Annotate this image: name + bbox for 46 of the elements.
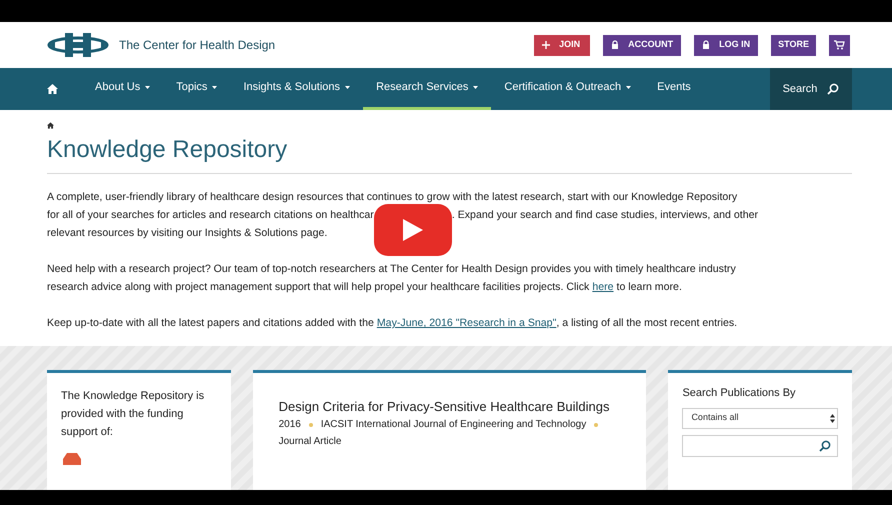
cart-icon (834, 40, 845, 50)
paragraph-text: Keep up-to-date with all the latest papers and citations added with the (47, 316, 374, 331)
paragraph-text: research advice along with project management support that will help propel your healthcare facilities projects. Click (47, 280, 590, 295)
nav-link[interactable]: Insights & Solutions (230, 68, 364, 110)
nav-link[interactable]: Events (644, 68, 704, 110)
text-link[interactable]: here (592, 278, 614, 296)
home-icon (47, 84, 58, 94)
nav-link[interactable]: Topics (163, 68, 230, 110)
select-field[interactable]: Contains all (682, 408, 838, 428)
search-icon (819, 440, 832, 452)
nav-link[interactable]: Certification & Outreach (491, 68, 644, 110)
plus-icon (542, 41, 550, 49)
text-link[interactable]: May-June, 2016 "Research in a Snap" (376, 314, 556, 332)
result-title[interactable]: Design Criteria for Privacy-Sensitive Healthcare Buildings (278, 399, 620, 414)
home-icon (47, 122, 54, 129)
search-field[interactable] (682, 434, 838, 456)
header-button[interactable]: ACCOUNT (603, 34, 682, 56)
paragraph-text: relevant resources by visiting our Insights & Solutions page. (47, 226, 328, 241)
nav-link[interactable]: About Us (82, 68, 164, 110)
nav-link[interactable]: Research Services (363, 68, 492, 110)
header-button[interactable]: JOIN (534, 34, 590, 56)
play-button[interactable] (374, 204, 452, 256)
lock-icon (611, 40, 620, 50)
meta-text: IACSIT International Journal of Engineering and Technology (320, 418, 586, 432)
dropdown-arrow-icon (830, 414, 836, 422)
field-label: Search Publications By (682, 386, 797, 401)
paragraph-text: to learn more. (616, 280, 682, 295)
sponsor-logo-icon (61, 451, 83, 465)
cart-button[interactable] (829, 34, 850, 56)
paragraph-text: , a listing of all the most recent entries. (556, 316, 738, 331)
meta-text: 2016 (278, 418, 301, 432)
page-title: Knowledge Repository (47, 135, 852, 174)
lock-icon (702, 40, 710, 50)
paragraph-text: A complete, user-friendly library of healthcare design resources that continues to grow with the latest research, start with our Knowledge Repository (47, 190, 738, 205)
site-name: The Center for Health Design (119, 37, 276, 54)
play-icon (402, 219, 423, 241)
paragraph-text: for all of your searches for articles and research citations on healthcar (47, 208, 374, 223)
paragraph-text: . Expand your search and find case studies, interviews, and other (452, 208, 758, 223)
search-icon (827, 83, 840, 95)
paragraph-text: Need help with a research project? Our team of top-notch researchers at The Center for Health Design provides you with timely healthcare industry (47, 262, 736, 277)
header-button[interactable]: LOG IN (694, 34, 758, 56)
logo-icon (47, 32, 109, 58)
header-button[interactable]: STORE (771, 34, 816, 56)
card-text: The Knowledge Repository is provided with the funding support of: (61, 389, 206, 440)
search-button[interactable]: Search (770, 68, 852, 110)
meta-text: Journal Article (278, 435, 342, 449)
